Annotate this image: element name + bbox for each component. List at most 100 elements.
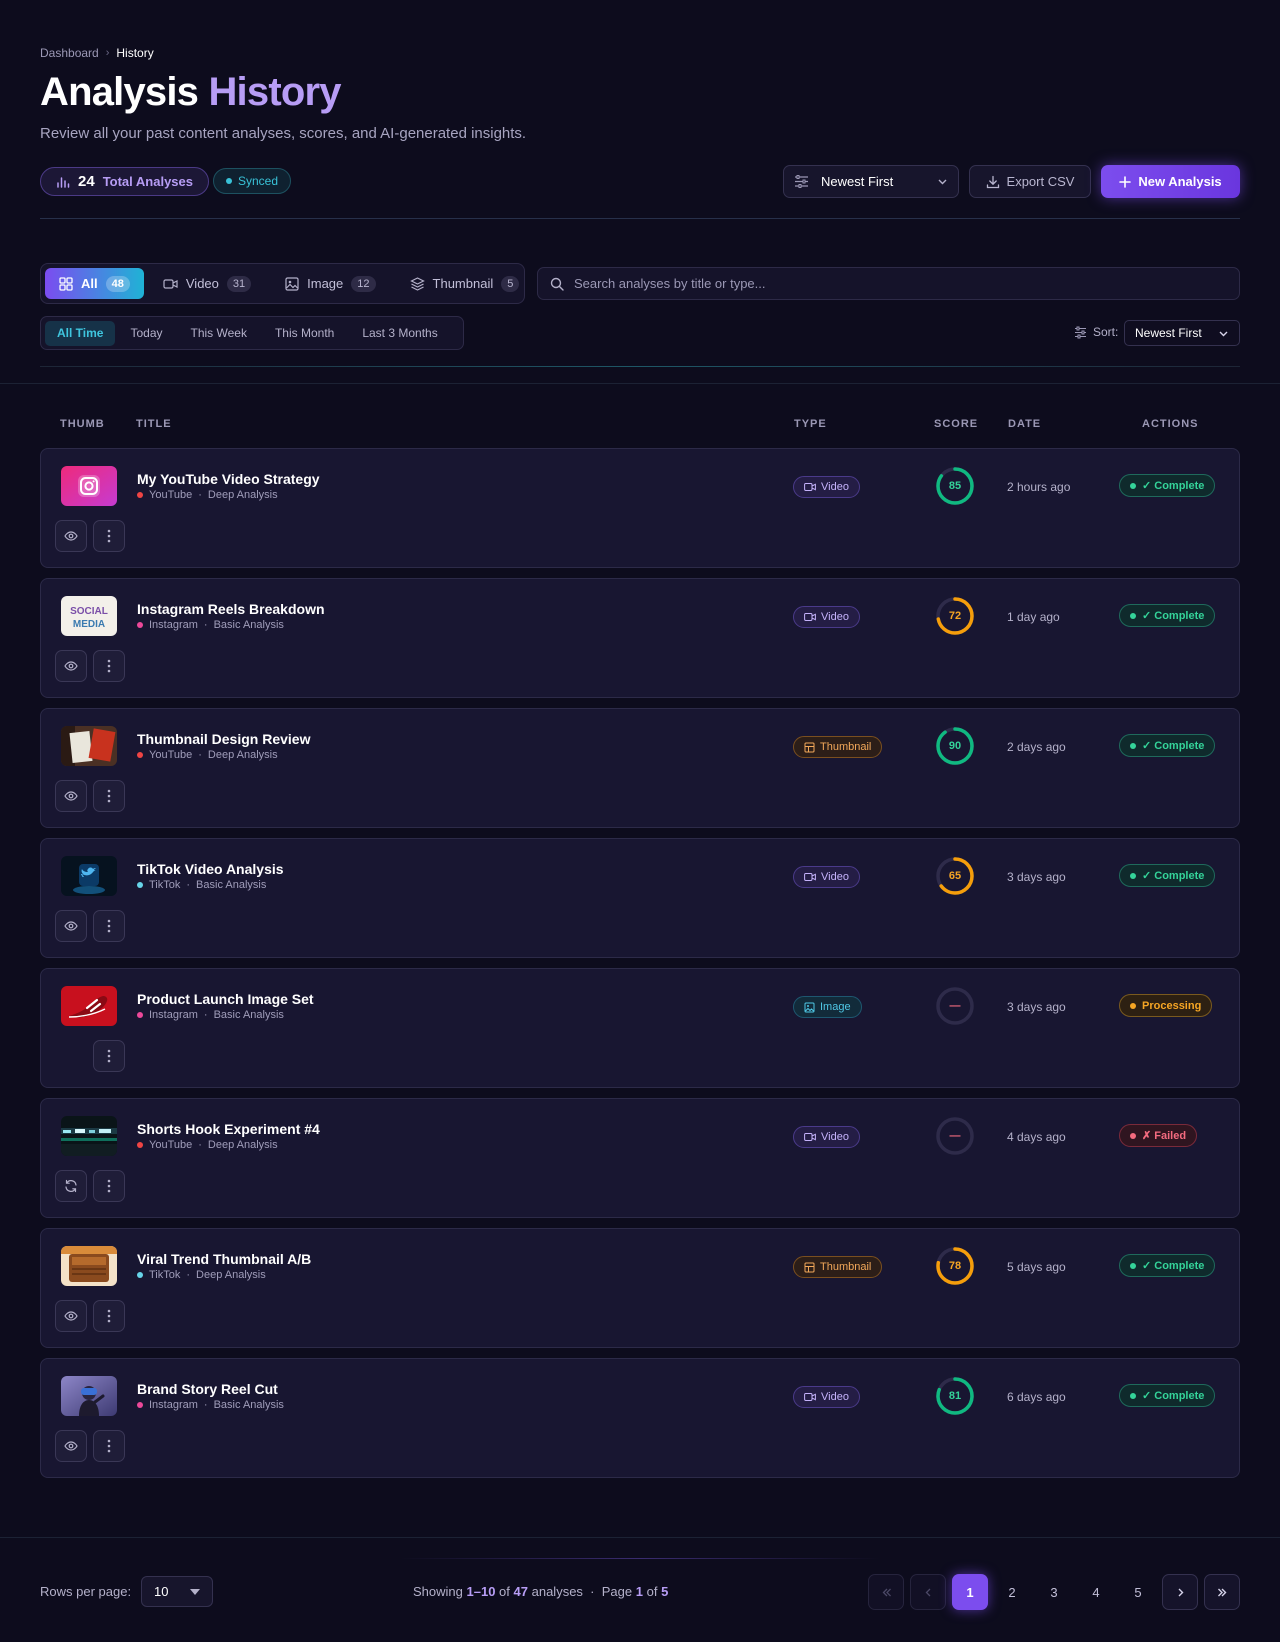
row-platform: TikTok <box>149 1269 181 1281</box>
tab-all-label: All <box>81 276 98 291</box>
page-title: Analysis History <box>40 70 341 115</box>
row-title[interactable]: Viral Trend Thumbnail A/B <box>137 1251 311 1267</box>
status-dot <box>1130 1392 1136 1399</box>
more-options-button[interactable] <box>93 910 125 942</box>
page-4-button[interactable]: 4 <box>1078 1574 1114 1610</box>
row-platform: YouTube <box>149 489 193 501</box>
view-button[interactable] <box>55 780 87 812</box>
row-title[interactable]: Product Launch Image Set <box>137 991 314 1007</box>
thumbnail-image <box>61 726 117 766</box>
time-this-week[interactable]: This Week <box>178 321 260 346</box>
type-badge: Thumbnail <box>793 736 883 758</box>
new-analysis-button[interactable]: New Analysis <box>1101 165 1240 198</box>
more-vertical-icon <box>107 659 111 673</box>
total-count: 24 <box>78 173 95 190</box>
type-badge-label: Thumbnail <box>820 1261 872 1273</box>
row-title[interactable]: Brand Story Reel Cut <box>137 1381 278 1397</box>
search-icon <box>550 277 564 291</box>
row-title[interactable]: Instagram Reels Breakdown <box>137 601 325 617</box>
row-meta: Instagram · Basic Analysis <box>137 1009 284 1021</box>
table-row[interactable]: Shorts Hook Experiment #4 YouTube · Deep A… <box>40 1098 1240 1218</box>
page-3-button[interactable]: 3 <box>1036 1574 1072 1610</box>
table-row[interactable]: Viral Trend Thumbnail A/B TikTok · Deep An… <box>40 1228 1240 1348</box>
row-title[interactable]: My YouTube Video Strategy <box>137 471 320 487</box>
sort-dropdown[interactable]: Newest First <box>1124 320 1240 346</box>
table-row[interactable]: TikTok Video Analysis TikTok · Basic Analy… <box>40 838 1240 958</box>
page-1-button[interactable]: 1 <box>952 1574 988 1610</box>
time-this-month[interactable]: This Month <box>262 321 347 346</box>
table-row[interactable]: Product Launch Image Set Instagram · Basic… <box>40 968 1240 1088</box>
next-page-button[interactable] <box>1162 1574 1198 1610</box>
grid-icon <box>59 276 73 291</box>
sort-select-value: Newest First <box>821 174 894 189</box>
more-options-button[interactable] <box>93 1430 125 1462</box>
first-page-button[interactable] <box>868 1574 904 1610</box>
tab-thumbnail[interactable]: Thumbnail 5 <box>395 268 535 299</box>
type-badge: Video <box>793 866 860 888</box>
showing-range: 1–10 <box>466 1584 496 1599</box>
more-options-button[interactable] <box>93 520 125 552</box>
status-dot <box>1130 1262 1136 1269</box>
more-options-button[interactable] <box>93 1170 125 1202</box>
retry-button[interactable] <box>55 1170 87 1202</box>
export-csv-button[interactable]: Export CSV <box>969 165 1091 198</box>
row-title[interactable]: Thumbnail Design Review <box>137 731 310 747</box>
more-options-button[interactable] <box>93 1040 125 1072</box>
thumbnail-image: SOCIAL MEDIA <box>61 596 117 636</box>
row-platform: Instagram <box>149 1399 198 1411</box>
row-platform: TikTok <box>149 879 181 891</box>
row-title[interactable]: Shorts Hook Experiment #4 <box>137 1121 320 1137</box>
more-options-button[interactable] <box>93 1300 125 1332</box>
row-date: 3 days ago <box>1007 1000 1066 1014</box>
new-analysis-label: New Analysis <box>1138 174 1222 189</box>
view-button[interactable] <box>55 910 87 942</box>
view-button[interactable] <box>55 1430 87 1462</box>
page-2-button[interactable]: 2 <box>994 1574 1030 1610</box>
tab-image[interactable]: Image 12 <box>270 268 390 299</box>
more-options-button[interactable] <box>93 650 125 682</box>
sliders-icon <box>1075 326 1086 338</box>
tab-all[interactable]: All 48 <box>45 268 144 299</box>
last-page-button[interactable] <box>1204 1574 1240 1610</box>
row-depth: Basic Analysis <box>213 619 284 631</box>
table-row[interactable]: My YouTube Video Strategy YouTube · Deep A… <box>40 448 1240 568</box>
tab-video-label: Video <box>185 276 219 291</box>
image-icon <box>285 276 299 291</box>
rows-per-page-select[interactable]: 10 <box>141 1576 213 1607</box>
prev-page-button[interactable] <box>910 1574 946 1610</box>
row-meta: YouTube · Deep Analysis <box>137 749 278 761</box>
time-today[interactable]: Today <box>117 321 175 346</box>
time-all-time[interactable]: All Time <box>45 320 116 346</box>
more-options-button[interactable] <box>93 780 125 812</box>
row-meta: TikTok · Deep Analysis <box>137 1269 266 1281</box>
row-depth: Deep Analysis <box>196 1269 266 1281</box>
type-badge: Image <box>793 996 862 1018</box>
table-row[interactable]: SOCIAL MEDIA Instagram Reels Breakdown In… <box>40 578 1240 698</box>
search-input[interactable] <box>574 276 1214 291</box>
tab-thumbnail-count: 5 <box>501 275 520 292</box>
view-button[interactable] <box>55 650 87 682</box>
type-badge-label: Thumbnail <box>820 741 872 753</box>
footer-glow <box>400 1558 880 1559</box>
status-dot <box>1130 872 1136 879</box>
view-button[interactable] <box>55 520 87 552</box>
platform-dot <box>137 622 143 628</box>
type-badge-label: Video <box>821 1391 849 1403</box>
sort-select[interactable]: Newest First <box>783 165 959 198</box>
video-icon <box>804 1133 816 1141</box>
time-last-3-months[interactable]: Last 3 Months <box>349 321 450 346</box>
type-badge-label: Video <box>821 611 849 623</box>
row-title[interactable]: TikTok Video Analysis <box>137 861 284 877</box>
eye-icon <box>64 1441 78 1451</box>
meta-separator: · <box>186 1269 191 1281</box>
score-value: 85 <box>948 480 962 492</box>
table-row[interactable]: Thumbnail Design Review YouTube · Deep Ana… <box>40 708 1240 828</box>
page-5-button[interactable]: 5 <box>1120 1574 1156 1610</box>
tab-video[interactable]: Video 31 <box>148 268 266 299</box>
breadcrumb-dashboard[interactable]: Dashboard <box>40 46 99 60</box>
row-depth: Basic Analysis <box>213 1009 284 1021</box>
table-row[interactable]: Brand Story Reel Cut Instagram · Basic Ana… <box>40 1358 1240 1478</box>
thumbnail-image <box>61 1246 117 1286</box>
meta-separator: · <box>203 1009 208 1021</box>
view-button[interactable] <box>55 1300 87 1332</box>
